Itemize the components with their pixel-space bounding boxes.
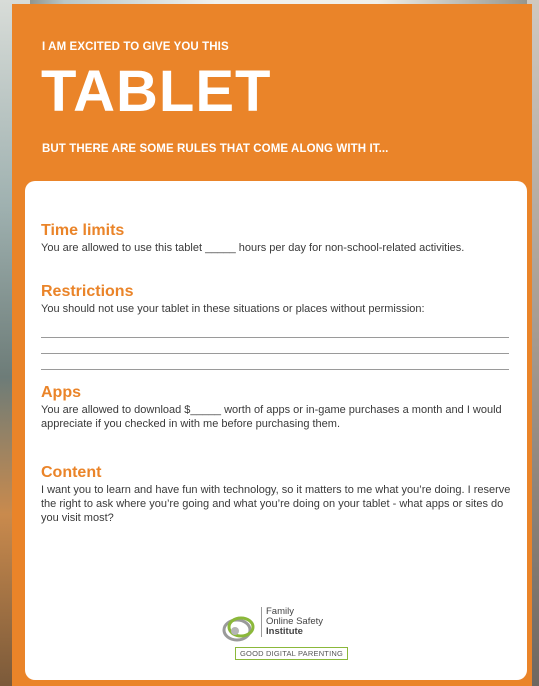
section-text: You are allowed to use this tablet _____… <box>41 242 465 254</box>
section-apps: Apps You are allowed to download $_____ … <box>41 383 511 431</box>
contract-sheet: I AM EXCITED TO GIVE YOU THIS TABLET BUT… <box>12 4 532 686</box>
section-time-limits: Time limits You are allowed to use this … <box>41 221 511 255</box>
section-restrictions: Restrictions You should not use your tab… <box>41 282 511 316</box>
kicker-text: I AM EXCITED TO GIVE YOU THIS <box>42 41 229 53</box>
rules-card: Time limits You are allowed to use this … <box>25 181 527 680</box>
fosi-logo: Family Online Safety Institute GOOD DIGI… <box>221 607 349 660</box>
section-text: You should not use your tablet in these … <box>41 303 425 315</box>
section-heading: Restrictions <box>41 283 134 300</box>
good-digital-parenting-badge: GOOD DIGITAL PARENTING <box>235 647 349 660</box>
section-content: Content I want you to learn and have fun… <box>41 463 511 525</box>
section-heading: Time limits <box>41 222 125 239</box>
section-heading: Content <box>41 464 102 481</box>
section-text: I want you to learn and have fun with te… <box>41 484 511 524</box>
blank-line <box>41 337 509 338</box>
section-text: You are allowed to download $_____ worth… <box>41 404 502 430</box>
section-heading: Apps <box>41 384 81 401</box>
page-title: TABLET <box>41 59 272 124</box>
blank-line <box>41 369 509 370</box>
fosi-wordmark: Family Online Safety Institute <box>261 607 323 637</box>
subtitle-text: BUT THERE ARE SOME RULES THAT COME ALONG… <box>42 143 389 155</box>
logo-line: Institute <box>266 626 303 637</box>
fosi-swirl-icon <box>222 616 255 642</box>
blank-line <box>41 353 509 354</box>
